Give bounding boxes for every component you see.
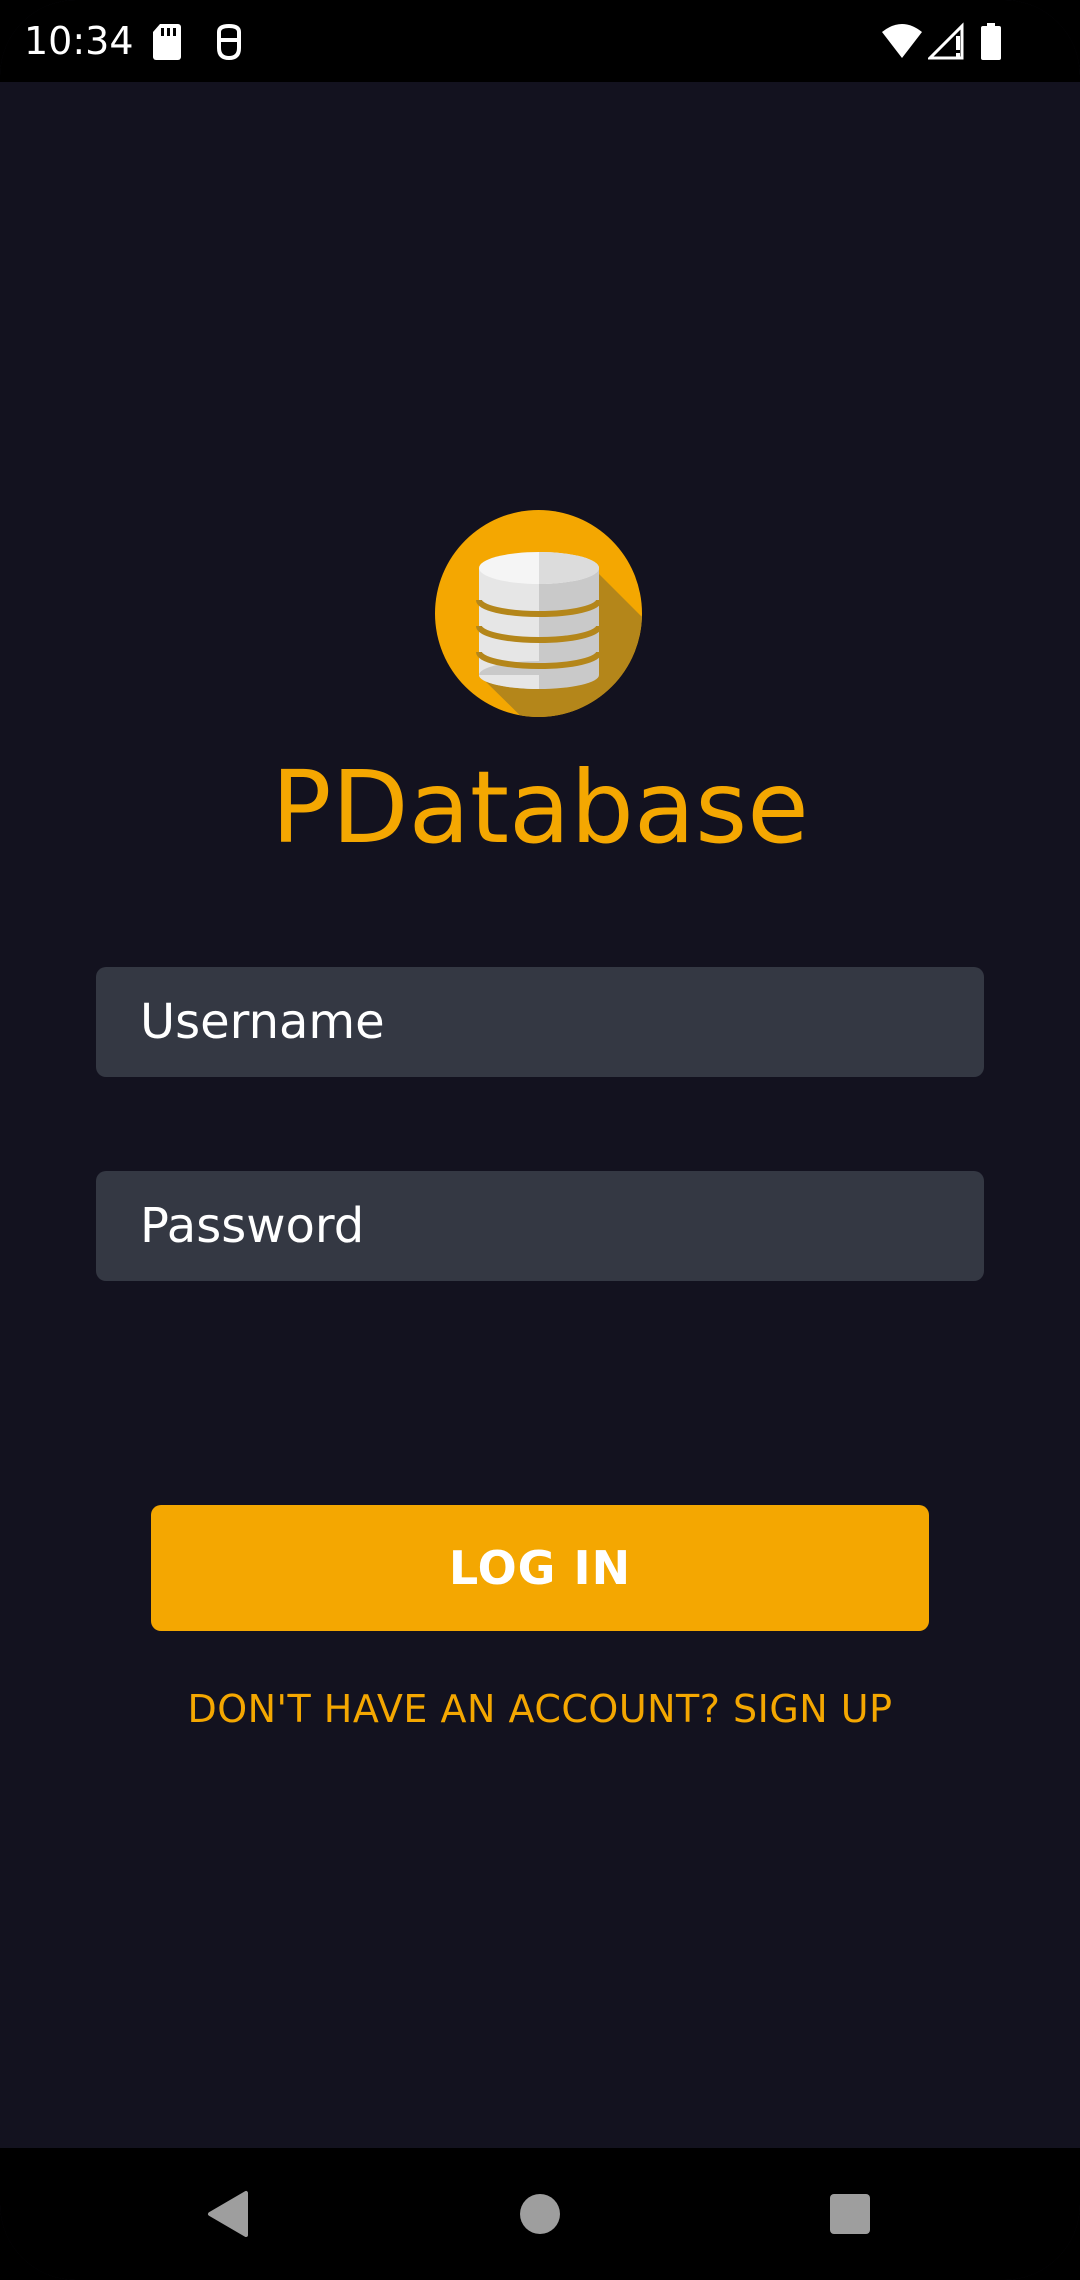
login-screen: 10:34 PDatabase Username LOG IN DON'T HA… bbox=[0, 0, 1080, 2280]
login-button[interactable]: LOG IN bbox=[151, 1505, 929, 1631]
app-title: PDatabase bbox=[271, 749, 809, 866]
home-icon[interactable] bbox=[500, 2174, 580, 2254]
signal-icon bbox=[928, 22, 964, 62]
username-input[interactable] bbox=[96, 967, 984, 1077]
recents-icon[interactable] bbox=[810, 2174, 890, 2254]
password-input[interactable] bbox=[96, 1171, 984, 1281]
status-bar: 10:34 bbox=[0, 0, 1080, 82]
signup-link[interactable]: DON'T HAVE AN ACCOUNT? SIGN UP bbox=[0, 1684, 1080, 1734]
sd-card-icon bbox=[152, 22, 182, 62]
assistant-icon bbox=[214, 22, 244, 62]
status-time: 10:34 bbox=[24, 19, 134, 63]
battery-icon bbox=[980, 22, 1002, 62]
back-icon[interactable] bbox=[187, 2174, 267, 2254]
wifi-icon bbox=[880, 22, 924, 62]
navigation-bar bbox=[0, 2148, 1080, 2280]
database-icon bbox=[435, 510, 642, 717]
